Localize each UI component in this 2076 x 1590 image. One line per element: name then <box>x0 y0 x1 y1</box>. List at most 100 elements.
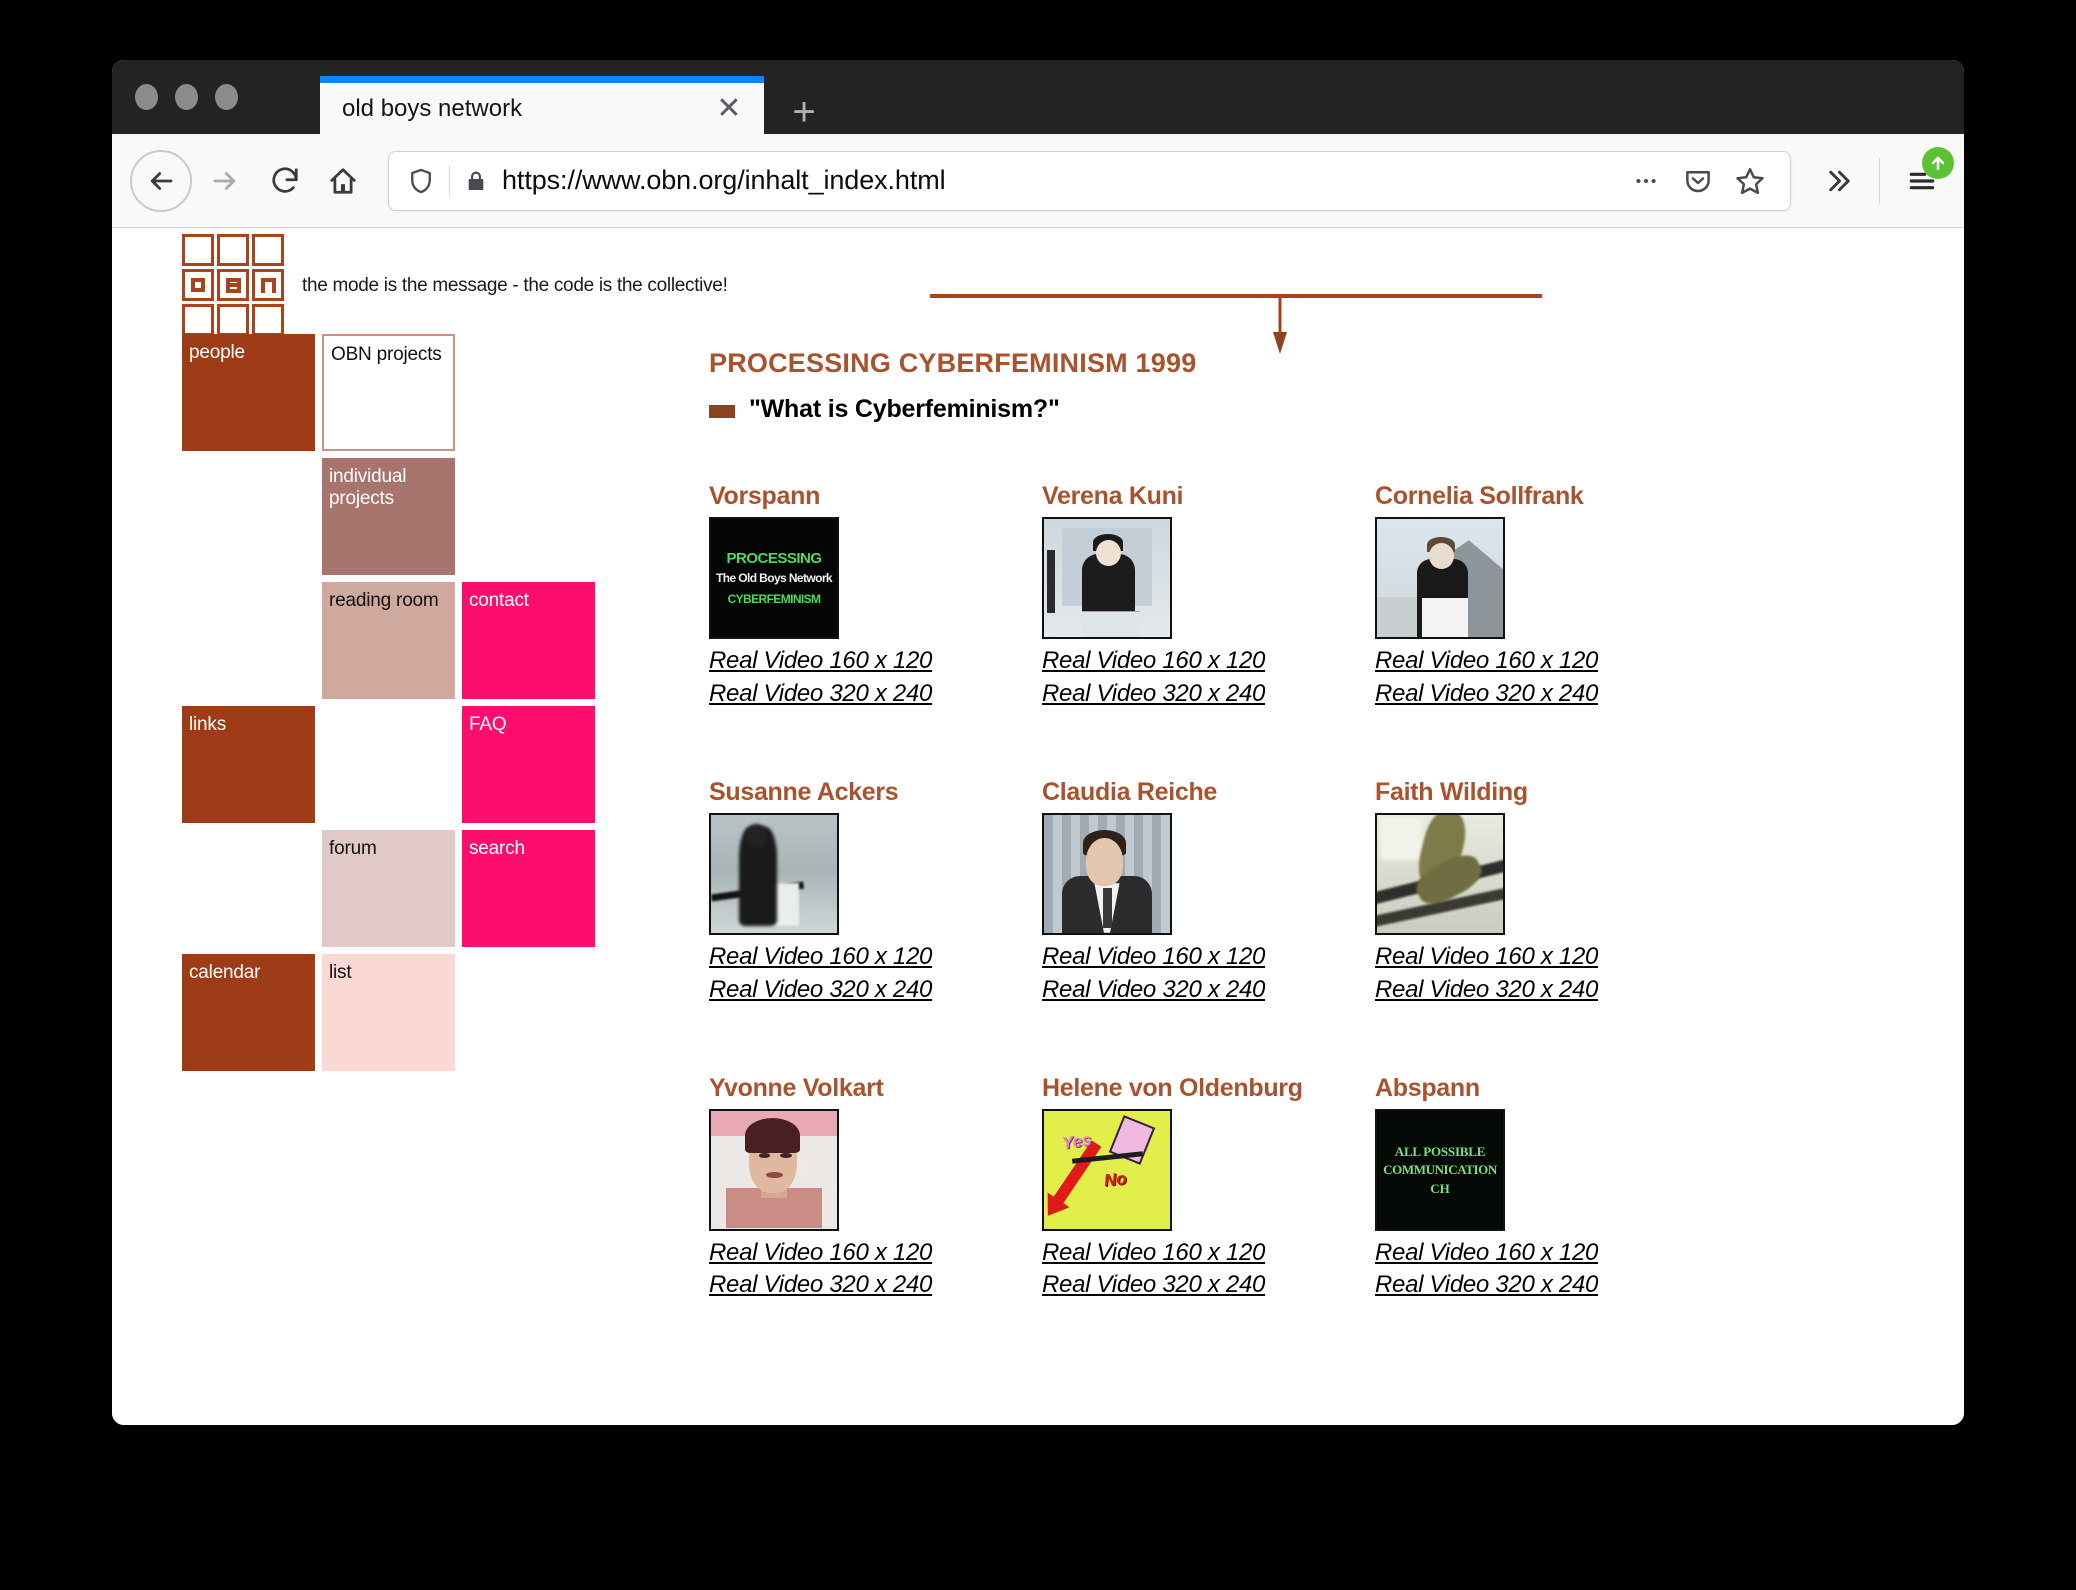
video-thumbnail[interactable] <box>1375 812 1505 935</box>
window-minimize-button[interactable] <box>175 84 198 110</box>
nav-block-label: contact <box>469 590 529 611</box>
nav-block-search[interactable]: search <box>462 830 595 947</box>
back-arrow-icon[interactable] <box>130 149 192 212</box>
forward-arrow-icon[interactable] <box>196 152 254 210</box>
nav-block-links[interactable]: links <box>182 706 315 823</box>
bookmark-star-icon[interactable] <box>1726 157 1774 205</box>
hamburger-menu-icon[interactable] <box>1894 146 1954 209</box>
thumbnail-image <box>1044 519 1170 637</box>
shield-icon[interactable] <box>407 167 435 195</box>
pocket-icon[interactable] <box>1674 157 1722 205</box>
video-thumbnail[interactable] <box>1375 517 1505 639</box>
page-subtitle: "What is Cyberfeminism?" <box>749 395 1060 423</box>
video-card: Verena Kuni Real Video 160 x 120 Real Vide… <box>1042 482 1362 711</box>
home-icon[interactable] <box>314 152 372 210</box>
obn-logo[interactable] <box>182 234 284 336</box>
real-video-160-link[interactable]: Real Video 160 x 120 <box>1375 1237 1695 1270</box>
nav-block-people[interactable]: people <box>182 334 315 451</box>
video-thumbnail[interactable] <box>1042 517 1172 639</box>
thumbnail-part <box>1428 542 1454 569</box>
thumbnail-part <box>1103 887 1113 929</box>
thumbnail-image <box>711 1110 837 1229</box>
thumbnail-part: No <box>1103 1168 1129 1190</box>
video-thumbnail[interactable]: ALL POSSIBLE COMMUNICATION CH <box>1375 1108 1505 1231</box>
video-card-title: Vorspann <box>709 482 821 510</box>
video-thumbnail[interactable] <box>709 812 839 935</box>
page-viewport[interactable]: the mode is the message - the code is th… <box>112 228 1964 1425</box>
page-title: PROCESSING CYBERFEMINISM 1999 <box>709 348 1197 378</box>
real-video-160-link[interactable]: Real Video 160 x 120 <box>709 645 1029 678</box>
real-video-320-link[interactable]: Real Video 320 x 240 <box>1042 974 1362 1007</box>
update-available-badge-icon[interactable] <box>1922 146 1954 179</box>
logo-cell-o <box>182 269 214 301</box>
real-video-160-link[interactable]: Real Video 160 x 120 <box>1375 941 1695 974</box>
window-close-button[interactable] <box>135 84 158 110</box>
video-thumbnail[interactable]: Yes No <box>1042 1108 1172 1231</box>
real-video-320-link[interactable]: Real Video 320 x 240 <box>709 678 1029 711</box>
nav-block-obn-projects[interactable]: OBN projects <box>322 334 455 451</box>
lock-icon[interactable] <box>464 168 488 194</box>
video-thumbnail[interactable] <box>1042 812 1172 935</box>
video-card-title: Faith Wilding <box>1375 777 1528 806</box>
url-bar[interactable]: https://www.obn.org/inhalt_index.html <box>388 150 1791 211</box>
real-video-320-link[interactable]: Real Video 320 x 240 <box>1375 1269 1695 1302</box>
thumbnail-part: CH <box>1430 1181 1450 1197</box>
video-card-title: Susanne Ackers <box>709 777 899 806</box>
real-video-320-link[interactable]: Real Video 320 x 240 <box>1375 974 1695 1007</box>
real-video-320-link[interactable]: Real Video 320 x 240 <box>1042 1269 1362 1302</box>
nav-block-label: links <box>189 714 227 735</box>
video-card-title: Yvonne Volkart <box>709 1073 884 1102</box>
real-video-160-link[interactable]: Real Video 160 x 120 <box>1375 645 1695 678</box>
main-content: PROCESSING CYBERFEMINISM 1999 "What is C… <box>709 348 1709 1302</box>
logo-cell-empty <box>252 234 284 266</box>
real-video-160-link[interactable]: Real Video 160 x 120 <box>1042 1237 1362 1270</box>
browser-tab[interactable]: old boys network ✕ <box>320 76 764 134</box>
nav-block-contact[interactable]: contact <box>462 582 595 699</box>
site-masthead: the mode is the message - the code is th… <box>182 234 728 336</box>
thumbnail-part <box>796 1160 808 1175</box>
nav-block-reading-room[interactable]: reading room <box>322 582 455 699</box>
real-video-160-link[interactable]: Real Video 160 x 120 <box>1042 645 1362 678</box>
close-icon[interactable]: ✕ <box>712 92 746 126</box>
window-maximize-button[interactable] <box>215 84 238 110</box>
real-video-160-link[interactable]: Real Video 160 x 120 <box>1042 941 1362 974</box>
real-video-320-link[interactable]: Real Video 320 x 240 <box>709 1269 1029 1302</box>
reload-icon[interactable] <box>256 152 314 210</box>
nav-block-forum[interactable]: forum <box>322 830 455 947</box>
thumbnail-part: PROCESSING <box>726 549 822 567</box>
video-thumbnail[interactable]: PROCESSING The Old Boys Network CYBERFEMIN… <box>709 517 839 639</box>
real-video-320-link[interactable]: Real Video 320 x 240 <box>1042 678 1362 711</box>
video-card: Cornelia Sollfrank Real Video 160 x 120 Re… <box>1375 482 1695 711</box>
nav-block-list[interactable]: list <box>322 954 455 1071</box>
nav-block-faq[interactable]: FAQ <box>462 706 595 823</box>
overflow-chevron-icon[interactable] <box>1809 153 1865 209</box>
thumbnail-part <box>1046 549 1056 614</box>
real-video-160-link[interactable]: Real Video 160 x 120 <box>709 941 1029 974</box>
thumbnail-part <box>1085 838 1124 886</box>
new-tab-icon[interactable]: + <box>784 92 824 132</box>
video-card: Susanne Ackers Real Video 160 x 120 Real V… <box>709 778 1029 1007</box>
nav-block-individual-projects[interactable]: individual projects <box>322 458 455 575</box>
thumbnail-part <box>780 1152 792 1158</box>
bullet-marker-icon <box>709 405 735 418</box>
thumbnail-part <box>745 824 768 848</box>
thumbnail-image <box>1377 519 1503 637</box>
browser-toolbar: https://www.obn.org/inhalt_index.html <box>112 134 1964 228</box>
real-video-160-link[interactable]: Real Video 160 x 120 <box>709 1237 1029 1270</box>
logo-letter-o-icon <box>191 278 205 292</box>
down-arrow-icon <box>1267 296 1293 356</box>
browser-window: old boys network ✕ + https://www.obn.org… <box>112 60 1964 1425</box>
video-thumbnail[interactable] <box>709 1108 839 1231</box>
nav-block-label: OBN projects <box>331 344 442 365</box>
nav-block-calendar[interactable]: calendar <box>182 954 315 1071</box>
real-video-320-link[interactable]: Real Video 320 x 240 <box>1375 678 1695 711</box>
page-actions-icon[interactable] <box>1622 157 1670 205</box>
thumbnail-part: ALL POSSIBLE <box>1394 1143 1486 1159</box>
url-text[interactable]: https://www.obn.org/inhalt_index.html <box>502 165 1618 196</box>
thumbnail-image: Yes No <box>1044 1110 1170 1229</box>
real-video-320-link[interactable]: Real Video 320 x 240 <box>709 974 1029 1007</box>
video-card: Faith Wilding Real Video 160 x 120 Real Vi… <box>1375 778 1695 1007</box>
logo-cell-empty <box>217 234 249 266</box>
logo-cell-n <box>252 269 284 301</box>
video-card: Claudia Reiche Real Video 160 x 120 Real V… <box>1042 778 1362 1007</box>
